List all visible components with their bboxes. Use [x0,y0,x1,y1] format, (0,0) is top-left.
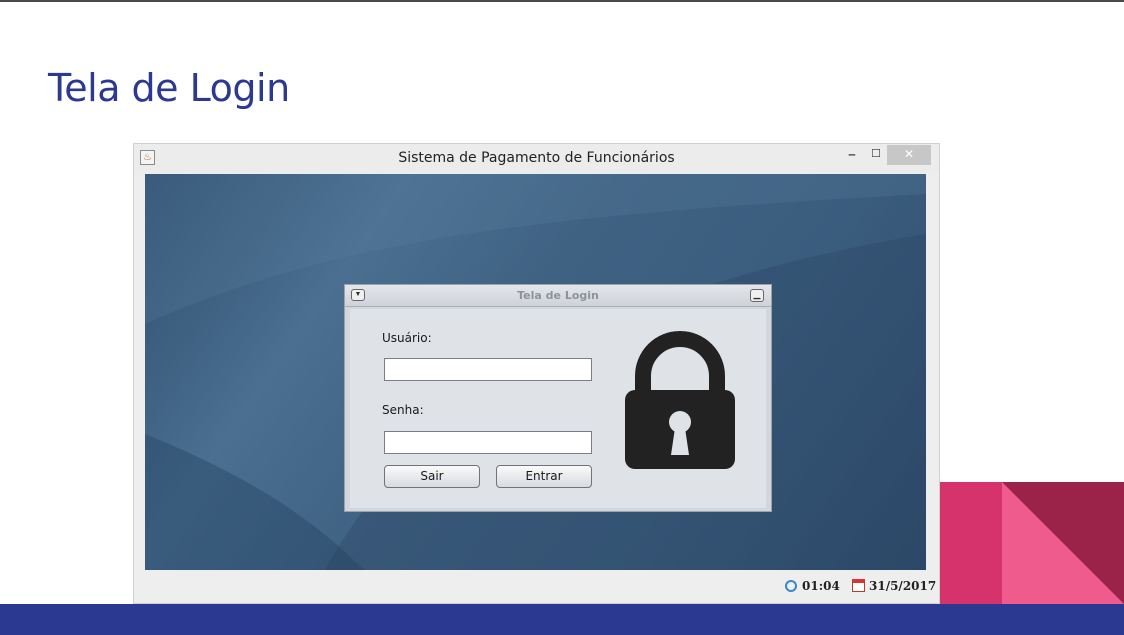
desktop-pane: ▼ Tela de Login ▁ Usuário: Senha: Sair E… [145,174,926,570]
slide-title: Tela de Login [48,66,290,110]
login-frame-titlebar[interactable]: ▼ Tela de Login ▁ [345,285,771,307]
close-button[interactable]: ✕ [887,145,931,165]
username-label: Usuário: [382,331,432,345]
password-field[interactable] [384,431,592,454]
login-frame-title: Tela de Login [517,289,599,302]
password-label: Senha: [382,403,424,417]
enter-button[interactable]: Entrar [496,465,592,488]
minimize-button[interactable]: ‒ [841,145,863,165]
frame-minimize-button[interactable]: ▁ [750,289,764,302]
bottom-bar [0,604,1124,635]
clock-icon [785,580,797,592]
calendar-icon [852,579,865,592]
maximize-button[interactable]: ☐ [865,145,887,165]
exit-button[interactable]: Sair [384,465,480,488]
login-frame: ▼ Tela de Login ▁ Usuário: Senha: Sair E… [344,284,772,512]
statusbar: 01:04 31/5/2017 [134,571,939,603]
window-title: Sistema de Pagamento de Funcionários [398,150,675,166]
app-window: ♨ Sistema de Pagamento de Funcionários ‒… [133,143,940,604]
status-date: 31/5/2017 [869,579,937,593]
window-titlebar[interactable]: ♨ Sistema de Pagamento de Funcionários ‒… [134,144,939,173]
lock-icon [625,331,735,469]
login-frame-content: Usuário: Senha: Sair Entrar [350,309,766,508]
username-field[interactable] [384,358,592,381]
status-time: 01:04 [802,579,840,593]
top-border-line [0,0,1124,2]
corner-decoration [940,482,1124,604]
